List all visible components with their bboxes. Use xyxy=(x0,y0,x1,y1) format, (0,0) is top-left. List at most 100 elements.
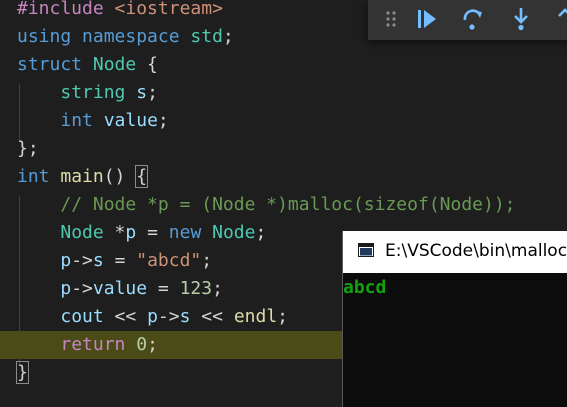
code-line-text: int main() { xyxy=(17,163,149,191)
code-line-text: #include <iostream> xyxy=(17,0,223,23)
code-token: int xyxy=(17,166,61,187)
code-token: #include xyxy=(17,0,115,19)
code-token: // Node *p = (Node *)malloc(sizeof(Node)… xyxy=(60,194,516,215)
continue-button[interactable] xyxy=(412,4,442,34)
code-line-text: p->s = "abcd"; xyxy=(17,247,212,275)
code-line-text: cout << p->s << endl; xyxy=(17,303,288,331)
code-line[interactable]: struct Node { xyxy=(0,51,567,79)
code-token: struct xyxy=(17,54,93,75)
code-line-text: Node *p = new Node; xyxy=(17,219,266,247)
code-token: = xyxy=(103,250,137,271)
code-line-text: // Node *p = (Node *)malloc(sizeof(Node)… xyxy=(17,191,516,219)
code-token: << xyxy=(103,306,148,327)
code-token: string xyxy=(60,82,126,103)
code-token: }; xyxy=(17,138,39,159)
code-token: new xyxy=(168,222,202,243)
code-token: ; xyxy=(255,222,267,243)
code-token: ; xyxy=(277,306,289,327)
code-token: std xyxy=(190,26,223,47)
step-into-button[interactable] xyxy=(506,4,536,34)
debug-toolbar xyxy=(368,0,567,40)
code-line-text: struct Node { xyxy=(17,51,158,79)
code-token: () xyxy=(103,166,137,187)
code-token: Node xyxy=(92,54,137,75)
code-token: int xyxy=(60,110,93,131)
code-token: ; xyxy=(147,82,158,103)
step-out-button[interactable] xyxy=(550,4,567,34)
code-token: endl xyxy=(233,306,278,327)
code-token: ; xyxy=(147,334,158,355)
code-line-text: return 0; xyxy=(17,331,158,359)
code-line-text: int value; xyxy=(17,107,169,135)
code-token: <iostream> xyxy=(114,0,223,19)
code-line[interactable]: }; xyxy=(0,135,567,163)
code-line[interactable]: // Node *p = (Node *)malloc(sizeof(Node)… xyxy=(0,191,567,219)
code-token: value xyxy=(92,278,148,299)
step-into-icon xyxy=(514,8,528,31)
console-title: E:\VSCode\bin\malloc xyxy=(385,241,567,261)
code-line-text: }; xyxy=(17,135,39,163)
code-token: main xyxy=(60,166,104,187)
code-token: namespace xyxy=(82,26,191,47)
drag-handle-icon xyxy=(386,11,396,27)
code-line-text: string s; xyxy=(17,79,158,107)
code-token: ; xyxy=(212,278,223,299)
code-token: ; xyxy=(157,110,169,131)
code-token: s xyxy=(92,250,104,271)
code-token: cout xyxy=(60,306,104,327)
code-token: value xyxy=(103,110,158,131)
code-token: = xyxy=(136,222,169,243)
code-token: * xyxy=(103,222,126,243)
code-token: s xyxy=(179,306,191,327)
code-token: using xyxy=(17,26,83,47)
code-token: Node xyxy=(60,222,104,243)
step-out-icon xyxy=(558,8,567,17)
code-token: "abcd" xyxy=(136,250,202,271)
code-token: { xyxy=(136,54,158,75)
code-token: ; xyxy=(222,26,234,47)
code-line-current[interactable]: return 0; xyxy=(0,331,342,359)
code-token: p xyxy=(147,306,158,327)
drag-handle-button[interactable] xyxy=(376,4,406,34)
continue-icon xyxy=(418,10,436,28)
code-token: p xyxy=(60,250,72,271)
code-line-text: } xyxy=(16,359,29,387)
code-line[interactable]: int main() { xyxy=(0,163,567,191)
code-line-text: p->value = 123; xyxy=(17,275,223,303)
code-token: p xyxy=(60,278,72,299)
code-token: -> xyxy=(157,306,180,327)
code-line-text: using namespace std; xyxy=(17,23,234,51)
console-titlebar[interactable]: E:\VSCode\bin\malloc xyxy=(343,231,567,273)
code-token: 123 xyxy=(179,278,213,299)
step-over-icon xyxy=(463,9,482,30)
code-token: = xyxy=(147,278,180,299)
matched-bracket: } xyxy=(16,361,29,384)
code-token: -> xyxy=(71,278,93,299)
console-window[interactable]: E:\VSCode\bin\malloc abcd xyxy=(342,231,567,407)
code-line[interactable]: string s; xyxy=(0,79,567,107)
code-token: return xyxy=(60,334,126,355)
code-token: -> xyxy=(71,250,93,271)
code-token: 0 xyxy=(136,334,148,355)
code-token: << xyxy=(190,306,234,327)
step-over-button[interactable] xyxy=(458,4,488,34)
console-output: abcd xyxy=(343,277,387,298)
matched-bracket: { xyxy=(135,165,149,188)
code-token: Node xyxy=(212,222,256,243)
code-token: p xyxy=(125,222,137,243)
code-token: ; xyxy=(201,250,213,271)
console-window-icon xyxy=(358,243,374,257)
code-line[interactable]: int value; xyxy=(0,107,567,135)
